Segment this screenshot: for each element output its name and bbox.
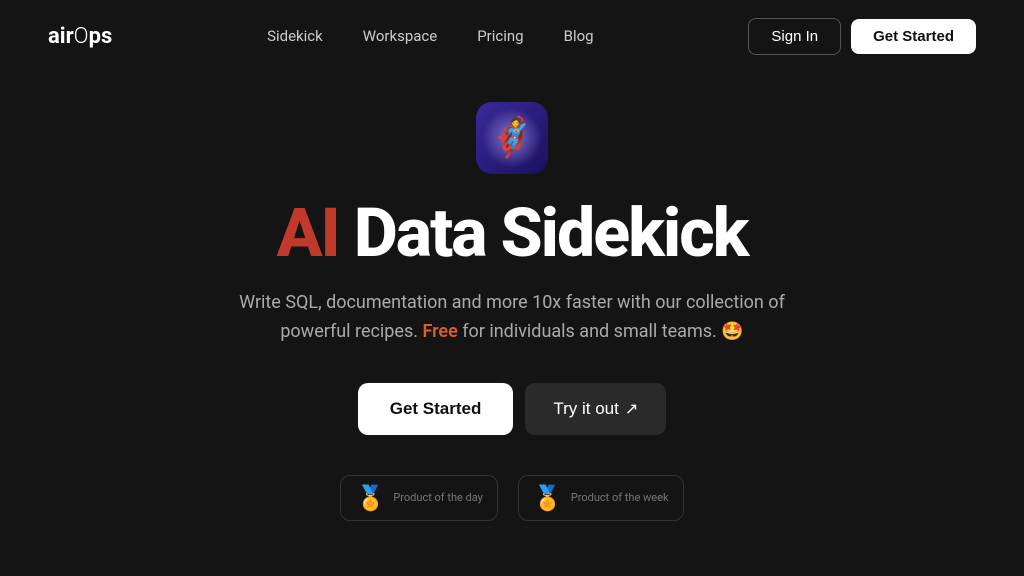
hero-subtitle-end: for individuals and small teams. 🤩 <box>458 321 744 342</box>
badge-day: 🏅 Product of the day <box>340 475 497 521</box>
badge-week: 🏅 Product of the week <box>518 475 684 521</box>
badge-week-medal: 🏅 <box>533 484 563 512</box>
cta-secondary-label: Try it out <box>553 399 619 419</box>
hero-icon-emoji: 🦸 <box>488 116 535 160</box>
nav-link-workspace[interactable]: Workspace <box>347 19 453 53</box>
cta-primary-button[interactable]: Get Started <box>358 383 514 435</box>
badge-week-label: Product of the week <box>571 491 669 504</box>
hero-title: AI Data Sidekick <box>277 198 748 269</box>
cta-secondary-icon: ↗ <box>625 399 638 419</box>
nav-link-sidekick[interactable]: Sidekick <box>251 19 339 53</box>
nav-link-blog[interactable]: Blog <box>548 19 610 53</box>
hero-title-ai: AI <box>277 193 339 273</box>
badges-container: 🏅 Product of the day 🏅 Product of the we… <box>340 475 683 521</box>
hero-subtitle-free: Free <box>422 321 457 342</box>
navbar: airOps Sidekick Workspace Pricing Blog S… <box>0 0 1024 72</box>
nav-links: Sidekick Workspace Pricing Blog <box>251 19 610 53</box>
cta-buttons: Get Started Try it out ↗ <box>358 383 667 435</box>
hero-subtitle: Write SQL, documentation and more 10x fa… <box>222 289 802 347</box>
hero-section: 🦸 AI Data Sidekick Write SQL, documentat… <box>0 72 1024 521</box>
logo-text: air <box>48 24 74 49</box>
badge-day-medal: 🏅 <box>355 484 385 512</box>
nav-link-pricing[interactable]: Pricing <box>461 19 539 53</box>
logo: airOps <box>48 24 112 49</box>
cta-secondary-button[interactable]: Try it out ↗ <box>525 383 666 435</box>
getstarted-nav-button[interactable]: Get Started <box>851 19 976 54</box>
logo-ops-o: O <box>74 24 89 49</box>
nav-buttons: Sign In Get Started <box>748 18 976 55</box>
hero-icon-bg: 🦸 <box>476 102 548 174</box>
badge-day-label: Product of the day <box>393 491 483 504</box>
hero-title-rest: Data Sidekick <box>339 193 748 273</box>
logo-ops-ps: ps <box>89 24 113 49</box>
hero-icon-container: 🦸 <box>476 102 548 174</box>
signin-button[interactable]: Sign In <box>748 18 841 55</box>
